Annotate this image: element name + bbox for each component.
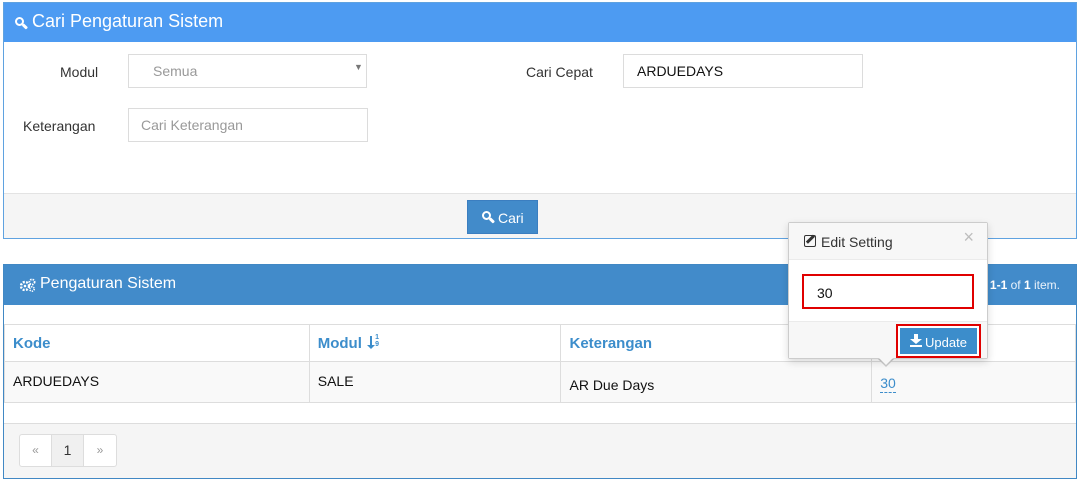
- close-icon[interactable]: ×: [963, 227, 974, 248]
- pagination-page-1[interactable]: 1: [52, 435, 84, 466]
- column-header-kode[interactable]: Kode: [4, 324, 310, 362]
- cari-button[interactable]: Cari: [467, 200, 538, 234]
- download-icon: [910, 334, 922, 347]
- setting-value-text: 30: [817, 285, 833, 301]
- search-panel: Cari Pengaturan Sistem Modul Semua ▼ Car…: [3, 2, 1077, 239]
- column-header-modul[interactable]: Modul 19: [308, 324, 562, 362]
- gears-icon: [19, 278, 36, 292]
- keterangan-placeholder: Cari Keterangan: [141, 117, 243, 133]
- modul-select-value: Semua: [153, 63, 198, 79]
- settings-panel-title: Pengaturan Sistem: [40, 275, 177, 292]
- search-icon: [482, 211, 496, 224]
- edit-setting-popover: Edit Setting × 30 Update: [788, 222, 988, 359]
- search-icon: [15, 17, 29, 30]
- chevron-down-icon: ▼: [354, 62, 363, 72]
- cell-modul: SALE: [308, 361, 562, 403]
- nilai-editable-link[interactable]: 30: [880, 375, 896, 393]
- modul-select[interactable]: Semua ▼: [128, 54, 367, 88]
- sort-icon: 19: [367, 334, 381, 350]
- modul-label: Modul: [60, 64, 99, 80]
- cari-cepat-input[interactable]: ARDUEDAYS: [623, 54, 863, 88]
- pagination-next[interactable]: »: [84, 435, 116, 466]
- popover-arrow-inner: [878, 357, 894, 365]
- popover-title: Edit Setting: [821, 234, 893, 250]
- edit-icon: [804, 234, 816, 247]
- cari-cepat-label: Cari Cepat: [526, 64, 593, 80]
- keterangan-label: Keterangan: [23, 118, 96, 134]
- cari-button-label: Cari: [498, 210, 524, 226]
- popover-header: Edit Setting ×: [789, 223, 987, 260]
- table-footer: « 1 »: [4, 423, 1076, 478]
- search-panel-title: Cari Pengaturan Sistem: [32, 11, 224, 31]
- pagination: « 1 »: [19, 434, 117, 467]
- cell-nilai: 30: [871, 361, 1076, 403]
- update-button-label: Update: [925, 335, 967, 350]
- update-button[interactable]: Update: [896, 324, 981, 358]
- keterangan-input[interactable]: Cari Keterangan: [128, 108, 368, 142]
- pagination-prev[interactable]: «: [20, 435, 52, 466]
- cell-kode: ARDUEDAYS: [4, 361, 310, 403]
- search-panel-heading: Cari Pengaturan Sistem: [4, 3, 1076, 42]
- cari-cepat-value: ARDUEDAYS: [637, 63, 724, 79]
- table-row: ARDUEDAYS SALE AR Due Days 30: [4, 361, 1076, 403]
- setting-value-input[interactable]: 30: [802, 274, 974, 309]
- pagination-summary: 1-1 of 1 item.: [989, 278, 1060, 292]
- cell-keterangan: AR Due Days: [560, 361, 873, 403]
